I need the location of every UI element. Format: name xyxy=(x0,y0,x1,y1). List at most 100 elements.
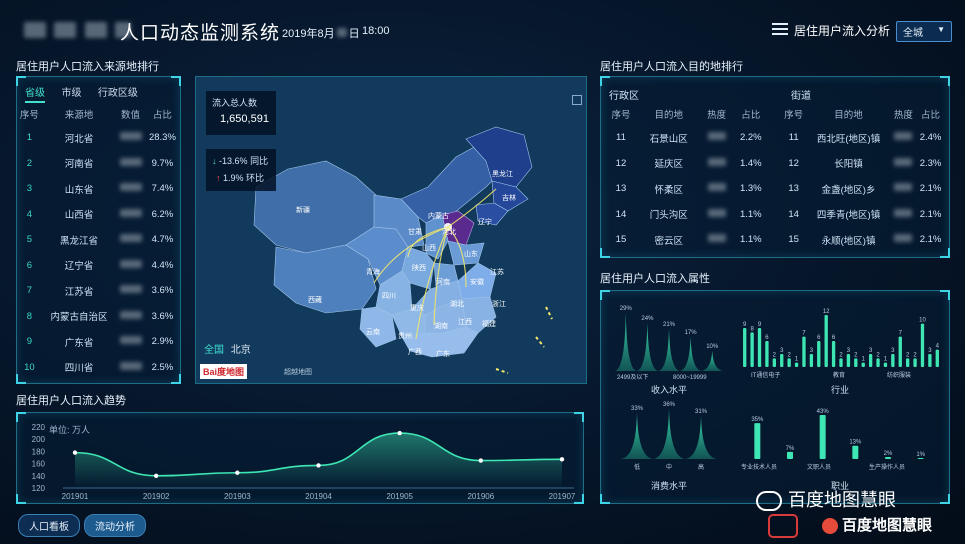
bar-mark[interactable] xyxy=(920,323,925,367)
y-tick-label: 180 xyxy=(32,447,46,456)
table-row[interactable]: 12 长阳镇 2.3% xyxy=(781,151,945,177)
table-row[interactable]: 6 辽宁省 4.4% xyxy=(17,253,180,279)
bar-mark[interactable] xyxy=(839,358,843,367)
table-row[interactable]: 13 金盏(地区)乡 2.1% xyxy=(781,176,945,202)
bar-mark[interactable] xyxy=(794,362,799,367)
peak-mark[interactable] xyxy=(685,415,717,459)
bar-mark[interactable] xyxy=(824,315,828,367)
table-row[interactable]: 9 广东省 2.9% xyxy=(17,329,180,355)
bar-mark[interactable] xyxy=(754,423,761,459)
table-row[interactable]: 5 黑龙江省 4.7% xyxy=(17,227,180,253)
menu-icon[interactable] xyxy=(772,23,788,35)
table-row[interactable]: 7 江苏省 3.6% xyxy=(17,278,180,304)
trend-point[interactable] xyxy=(478,458,484,463)
bar-mark[interactable] xyxy=(885,456,891,459)
table-row[interactable]: 1 河北省 28.3% xyxy=(17,125,180,151)
row-seq: 14 xyxy=(788,208,799,220)
flow-analysis-button[interactable]: 流动分析 xyxy=(84,514,146,537)
watermark-bottom: 百度地图慧眼 xyxy=(822,514,932,535)
bar-mark[interactable] xyxy=(891,354,895,367)
peak-mark[interactable] xyxy=(615,313,637,371)
table-row[interactable]: 4 山西省 6.2% xyxy=(17,202,180,228)
baidu-logo: Bai度地图 xyxy=(200,364,248,379)
trend-point[interactable] xyxy=(153,473,159,478)
scope-all-link[interactable]: 全国 xyxy=(204,345,224,356)
trend-point[interactable] xyxy=(559,457,565,462)
bar-label: 2 xyxy=(876,352,880,358)
map-fullscreen-icon[interactable] xyxy=(572,95,582,105)
header-date: 2019年8月日 xyxy=(282,28,360,40)
bar-mark[interactable] xyxy=(743,328,747,367)
bar-mark[interactable] xyxy=(913,358,917,367)
y-tick-label: 200 xyxy=(32,435,46,444)
tab-city[interactable]: 市级 xyxy=(61,88,81,99)
trend-point[interactable] xyxy=(316,463,321,468)
map-panel[interactable]: 新疆 西藏 青海 甘肃 内蒙古 黑龙江 吉林 辽宁 河北 山西 山东 河南 陕西 四川 重庆 湖北 安徽 江苏 贵州… xyxy=(195,76,587,384)
bar-mark[interactable] xyxy=(906,358,910,367)
table-row[interactable]: 15 永顺(地区)镇 2.1% xyxy=(781,227,945,253)
bar-mark[interactable] xyxy=(787,358,791,367)
region-select[interactable]: 全城 ▼ xyxy=(896,21,952,42)
source-rank-title: 居住用户人口流入来源地排行 xyxy=(16,61,159,73)
table-row[interactable]: 10 四川省 2.5% xyxy=(17,355,180,381)
tab-district[interactable]: 行政区级 xyxy=(98,88,138,99)
bar-mark[interactable] xyxy=(757,328,762,367)
bar-mark[interactable] xyxy=(861,362,865,367)
bar-mark[interactable] xyxy=(772,358,776,367)
scope-city-link[interactable]: 北京 xyxy=(231,345,251,356)
row-pct: 4.7% xyxy=(151,234,174,246)
peak-mark[interactable] xyxy=(653,409,685,459)
bar-mark[interactable] xyxy=(852,445,859,459)
bar-mark[interactable] xyxy=(819,415,826,459)
table-row[interactable]: 2 河南省 9.7% xyxy=(17,151,180,177)
bar-mark[interactable] xyxy=(883,362,888,367)
table-row[interactable]: 14 四季青(地区)镇 2.1% xyxy=(781,202,945,228)
peak-mark[interactable] xyxy=(621,413,653,459)
bar-mark[interactable] xyxy=(809,354,814,367)
bar-mark[interactable] xyxy=(868,354,873,367)
peak-mark[interactable] xyxy=(658,329,680,371)
bar-mark[interactable] xyxy=(846,354,851,367)
bar-mark[interactable] xyxy=(831,341,836,367)
bar-mark[interactable] xyxy=(750,332,754,367)
tab-province[interactable]: 省级 xyxy=(25,88,45,103)
menu-title[interactable]: 居住用户流入分析 xyxy=(794,22,890,39)
peak-mark[interactable] xyxy=(701,351,723,371)
attrs-panel: 29% 24% 21% 17% 10% 2499及以下 8000~19999 9 8 9 6 2 3 2 1… xyxy=(600,290,950,504)
trend-point[interactable] xyxy=(72,450,78,455)
table-row[interactable]: 15 密云区 1.1% xyxy=(605,227,769,253)
table-row[interactable]: 3 山东省 7.4% xyxy=(17,176,180,202)
row-seq: 6 xyxy=(26,259,33,271)
table-row[interactable]: 14 门头沟区 1.1% xyxy=(605,202,769,228)
bar-mark[interactable] xyxy=(780,354,784,367)
bar-mark[interactable] xyxy=(817,341,821,367)
table-row[interactable]: 11 石景山区 2.2% xyxy=(605,125,769,151)
table-row[interactable]: 13 怀柔区 1.3% xyxy=(605,176,769,202)
peak-mark[interactable] xyxy=(636,323,659,371)
bar-mark[interactable] xyxy=(854,358,858,367)
bar-mark[interactable] xyxy=(928,354,932,367)
table-row[interactable]: 11 西北旺(地区)镇 2.4% xyxy=(781,125,945,151)
bar-mark[interactable] xyxy=(765,341,769,367)
bar-mark[interactable] xyxy=(802,336,806,367)
people-board-button[interactable]: 人口看板 xyxy=(18,514,80,537)
bar-mark[interactable] xyxy=(917,457,924,459)
table-row[interactable]: 12 延庆区 1.4% xyxy=(605,151,769,177)
bar-label: 4 xyxy=(936,344,940,350)
x-tick-label: 201901 xyxy=(62,492,89,501)
row-value xyxy=(116,278,145,304)
trend-point[interactable] xyxy=(397,430,402,436)
peak-mark[interactable] xyxy=(679,337,702,371)
bar-mark[interactable] xyxy=(787,451,793,459)
row-value xyxy=(116,125,145,151)
trend-point[interactable] xyxy=(235,470,240,475)
row-dest: 长阳镇 xyxy=(834,159,863,171)
dest-district-title: 行政区 xyxy=(609,91,639,102)
row-value xyxy=(116,329,145,355)
row-pct: 2.3% xyxy=(919,157,942,169)
row-seq: 13 xyxy=(615,183,627,195)
bar-mark[interactable] xyxy=(898,336,902,367)
table-row[interactable]: 8 内蒙古自治区 3.6% xyxy=(17,304,180,330)
bar-mark[interactable] xyxy=(876,358,880,367)
bar-mark[interactable] xyxy=(935,349,939,367)
